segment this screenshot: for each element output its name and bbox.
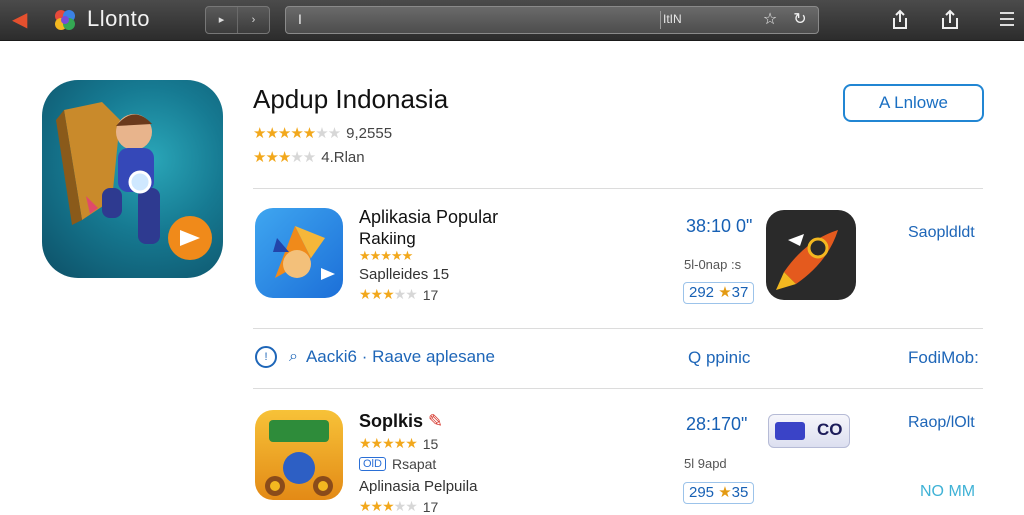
text-cursor: I	[298, 11, 302, 27]
app-icon[interactable]	[255, 208, 343, 298]
app-price: 28:170"	[686, 414, 748, 434]
app-logo-icon	[55, 10, 75, 30]
featured-app-icon[interactable]	[42, 80, 223, 278]
co-badge-text: CO	[817, 420, 843, 439]
tag-label: Rsapat	[391, 456, 437, 472]
bookmark-star-icon[interactable]: ☆	[760, 10, 780, 30]
app-subtitle: Rakiing	[359, 229, 416, 248]
nav-button-group: ▸ ›	[205, 6, 270, 34]
divider	[253, 328, 983, 329]
rating-count: 17	[422, 286, 439, 303]
filter-right-link[interactable]: FodiMob:	[908, 348, 979, 368]
divider	[253, 188, 983, 189]
app-title[interactable]: Soplkis ✎	[359, 411, 443, 432]
score-badge: 295 ★35	[683, 482, 755, 504]
fox-character-icon	[273, 226, 335, 280]
app-rating-secondary: ★★★★★ 17	[359, 498, 438, 515]
pencil-icon: ✎	[428, 411, 444, 431]
menu-icon[interactable]	[1000, 8, 1014, 32]
filter-mid-link[interactable]: Q ppinic	[688, 348, 750, 368]
address-text: ItIN	[663, 12, 682, 26]
divider	[253, 388, 983, 389]
star-rating: ★★★★★	[359, 498, 418, 514]
upload-icon[interactable]	[938, 8, 962, 32]
app-meta: Saplleides 15	[359, 266, 450, 283]
rating-row-primary: ★★★★★★★ 9,2555	[253, 124, 393, 143]
search-icon[interactable]: ⌕	[289, 348, 298, 366]
info-circle-icon[interactable]: !	[255, 346, 277, 368]
badge-right-value: 37	[731, 284, 749, 301]
star-rating: ★★★★★	[359, 248, 413, 263]
app-star-rating: ★★★★★ 15	[359, 435, 438, 452]
filter-bar: ! ⌕ Aacki6 · Raave aplesane	[255, 345, 495, 369]
badge-star-icon: ★	[718, 284, 732, 301]
app-tag-row: OlD Rsapat	[359, 456, 436, 472]
rating-count: 15	[422, 435, 439, 452]
app-meta: Aplinasia Pelpuila	[359, 478, 478, 495]
star-rating: ★★★★★	[253, 149, 316, 166]
app-price: 38:10 0"	[686, 216, 753, 236]
score-badge: 292 ★37	[683, 282, 755, 304]
co-badge[interactable]: CO	[768, 414, 850, 448]
co-badge-graphic	[775, 422, 805, 440]
share-icon[interactable]	[888, 8, 912, 32]
app-title-text: Soplkis	[359, 411, 424, 431]
badge-left-value: 295	[689, 484, 715, 501]
badge-star-icon: ★	[718, 484, 732, 501]
reload-icon[interactable]: ↻	[790, 10, 810, 30]
row-action-link[interactable]: Raop/lOlt	[908, 414, 975, 432]
row-action-link[interactable]: Saopldldt	[908, 224, 975, 242]
page-title: Apdup Indonasia	[253, 84, 449, 114]
rating-label: 4.Rlan	[321, 148, 365, 166]
game-character-icon	[56, 102, 212, 260]
rating-count: 9,2555	[346, 124, 393, 142]
rating-row-secondary: ★★★★★ 4.Rlan	[253, 148, 365, 167]
row-secondary-link[interactable]: NO MM	[920, 483, 975, 501]
rating-count: 17	[422, 498, 439, 515]
forward-button[interactable]: ›	[238, 7, 269, 33]
app-sub-info: 5l-0nap :s	[684, 257, 742, 272]
star-rating: ★★★★★	[359, 286, 418, 302]
back-arrow-icon[interactable]: ◀	[12, 9, 34, 31]
star-rating: ★★★★★★★	[253, 125, 341, 142]
window-title: Llonto	[87, 6, 150, 31]
app-star-rating: ★★★★★	[359, 248, 418, 264]
address-divider	[660, 11, 661, 29]
app-sub-info: 5l 9apd	[684, 456, 727, 471]
app-title[interactable]: Aplikasia Popular	[359, 207, 498, 228]
badge-right-value: 35	[731, 484, 749, 501]
app-icon[interactable]	[255, 410, 343, 500]
address-bar[interactable]: I ItIN ☆ ↻	[285, 6, 819, 34]
filter-label[interactable]: Aacki6 · Raave aplesane	[306, 347, 495, 367]
back-button[interactable]: ▸	[206, 7, 238, 33]
tag-badge: OlD	[359, 457, 386, 471]
app-icon[interactable]	[766, 210, 856, 300]
game-board-icon	[265, 420, 333, 496]
badge-left-value: 292	[689, 284, 715, 301]
primary-action-button[interactable]: A Lnlowe	[843, 84, 984, 122]
star-rating: ★★★★★	[359, 435, 418, 451]
rocket-icon	[776, 230, 838, 290]
app-rating-secondary: ★★★★★ 17	[359, 286, 438, 303]
browser-toolbar: ◀ Llonto ▸ › I ItIN ☆ ↻	[0, 0, 1024, 41]
